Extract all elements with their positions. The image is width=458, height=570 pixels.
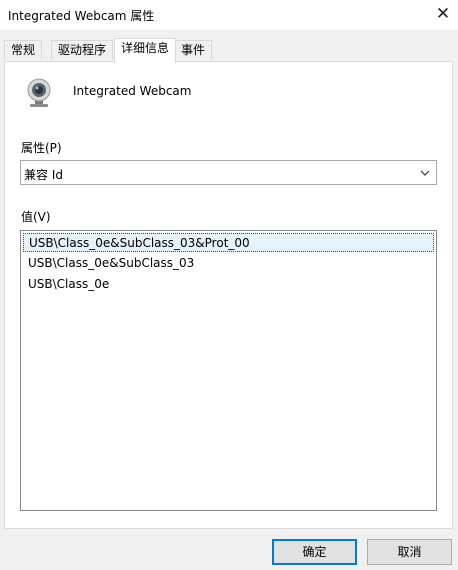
tab-events[interactable]: 事件: [174, 40, 213, 60]
list-item[interactable]: USB\Class_0e: [23, 275, 434, 294]
title-bar: Integrated Webcam 属性 ✕: [0, 0, 458, 30]
list-item[interactable]: USB\Class_0e&SubClass_03&Prot_00: [23, 233, 434, 252]
value-label: 值(V): [21, 210, 51, 224]
close-button[interactable]: ✕: [428, 0, 458, 30]
property-dropdown[interactable]: 兼容 Id: [20, 160, 437, 185]
webcam-icon: [27, 78, 51, 107]
window-title: Integrated Webcam 属性: [8, 9, 155, 23]
cancel-button[interactable]: 取消: [367, 539, 452, 565]
value-listbox[interactable]: USB\Class_0e&SubClass_03&Prot_00 USB\Cla…: [20, 230, 437, 511]
ok-button[interactable]: 确定: [272, 539, 357, 565]
device-name: Integrated Webcam: [73, 84, 192, 98]
list-item[interactable]: USB\Class_0e&SubClass_03: [23, 254, 434, 273]
chevron-down-icon: [420, 170, 430, 176]
property-selected-value: 兼容 Id: [24, 168, 63, 182]
tab-general[interactable]: 常规: [4, 40, 43, 60]
details-panel: Integrated Webcam 属性(P) 兼容 Id 值(V) USB\C…: [4, 61, 453, 529]
property-label: 属性(P): [21, 141, 62, 155]
tab-driver[interactable]: 驱动程序: [51, 40, 114, 60]
tab-details[interactable]: 详细信息: [114, 38, 177, 63]
